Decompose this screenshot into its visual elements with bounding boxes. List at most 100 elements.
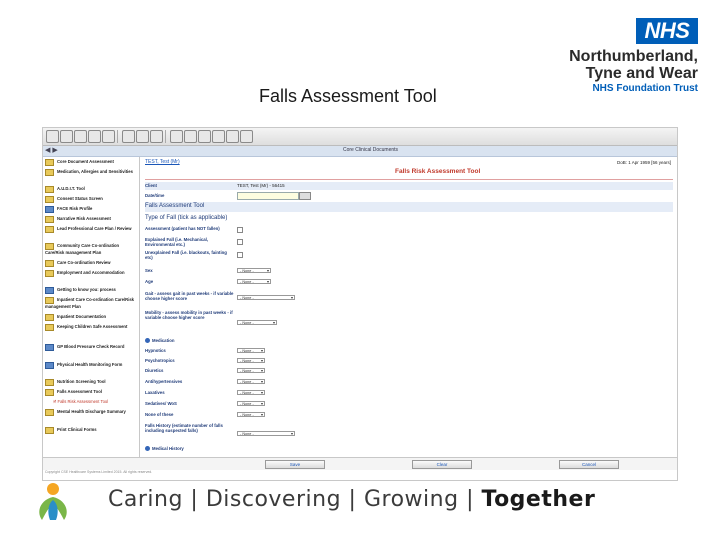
tagline-word: Caring bbox=[108, 487, 183, 512]
select-row: Age - None - bbox=[145, 279, 673, 287]
sidebar-item[interactable]: Print Clinical Forms bbox=[45, 427, 139, 434]
info-icon bbox=[145, 446, 150, 452]
checkbox-row: Explained Fall (i.e. Mechanical, Environ… bbox=[145, 237, 673, 248]
dropdown-select[interactable]: - None - bbox=[237, 379, 265, 384]
tagline-word: Growing bbox=[363, 487, 459, 512]
phone-icon[interactable] bbox=[184, 130, 197, 143]
sidebar-item[interactable]: Care Co-ordination Review bbox=[45, 260, 139, 267]
section-heading: Falls Assessment Tool bbox=[145, 203, 205, 209]
select-row: Sex - None - bbox=[145, 268, 673, 276]
dropdown-select[interactable]: - None - bbox=[237, 320, 277, 325]
dropdown-select[interactable]: - None - bbox=[237, 348, 265, 353]
trust-name-line3: NHS Foundation Trust bbox=[592, 83, 698, 94]
sidebar-item[interactable]: Narrative Risk Assessment bbox=[45, 216, 139, 223]
select-row: Hypnotics - None - bbox=[145, 348, 673, 356]
arrow-right-icon[interactable] bbox=[122, 130, 135, 143]
select-row: Diuretics - None - bbox=[145, 368, 673, 376]
book-icon[interactable] bbox=[60, 130, 73, 143]
sidebar-item[interactable]: Core Document Assessment bbox=[45, 159, 139, 166]
sidebar-item[interactable]: Inpatient Care Co-ordination Care/Risk m… bbox=[45, 297, 139, 309]
gear-icon[interactable] bbox=[198, 130, 211, 143]
chart-icon[interactable] bbox=[170, 130, 183, 143]
sidebar-item[interactable]: Inpatient Documentation bbox=[45, 314, 139, 321]
folder-icon bbox=[45, 389, 54, 396]
sidebar-item[interactable]: Consent Status Screen bbox=[45, 196, 139, 203]
clear-button[interactable]: Clear bbox=[412, 460, 472, 469]
grid-icon[interactable] bbox=[240, 130, 253, 143]
patient-link[interactable]: TEST, Test (Mr) bbox=[145, 159, 180, 165]
field-label: Mobility - assess mobility in past weeks… bbox=[145, 310, 233, 321]
sidebar-item[interactable]: Keeping Children Safe Assessment bbox=[45, 324, 139, 331]
sidebar-item[interactable]: Lead Professional Care Plan / Review bbox=[45, 226, 139, 233]
datetime-row: Date/time bbox=[145, 192, 673, 200]
sidebar-item[interactable]: Community Care Co-ordination Care/Risk m… bbox=[45, 243, 139, 255]
sidebar-item[interactable]: Falls Assessment Tool bbox=[45, 389, 139, 396]
folder-icon bbox=[45, 159, 54, 166]
pen-icon[interactable] bbox=[226, 130, 239, 143]
calendar-icon[interactable] bbox=[150, 130, 163, 143]
dropdown-select[interactable]: - None - bbox=[237, 412, 265, 417]
sidebar-item[interactable]: GP Blood Pressure Check Record bbox=[45, 344, 139, 351]
copyright-text: Copyright CSE Healthcare Systems Limited… bbox=[45, 470, 153, 474]
car-icon[interactable] bbox=[136, 130, 149, 143]
save-button[interactable]: Save bbox=[265, 460, 325, 469]
dropdown-select[interactable]: - None - bbox=[237, 401, 265, 406]
divider bbox=[145, 179, 673, 180]
dropdown-select[interactable]: - None - bbox=[237, 279, 271, 284]
folder-icon bbox=[45, 226, 54, 233]
tagline-word: Discovering bbox=[205, 487, 342, 512]
dropdown-select[interactable]: - None - bbox=[237, 431, 295, 436]
section-row: Type of Fall (tick as applicable) bbox=[145, 214, 673, 224]
sidebar-item[interactable]: Nutrition Screening Tool bbox=[45, 379, 139, 386]
folder-icon bbox=[45, 344, 54, 351]
folder-icon bbox=[45, 169, 54, 176]
field-label: Laxatives bbox=[145, 390, 165, 395]
checkbox-row: Assessment (patient has NOT fallen) bbox=[145, 226, 673, 236]
document-icon[interactable] bbox=[74, 130, 87, 143]
image-icon[interactable] bbox=[102, 130, 115, 143]
datetime-label: Date/time bbox=[145, 193, 165, 198]
folder-icon bbox=[45, 409, 54, 416]
tagline-separator: | bbox=[190, 487, 199, 512]
sidebar-item-active[interactable]: 🗎 Falls Risk Assessment Tool bbox=[53, 399, 147, 404]
sidebar-item[interactable]: A.U.D.I.T. Tool bbox=[45, 186, 139, 193]
client-value: TEST, Test (Mr) - 56415 bbox=[237, 183, 285, 188]
patient-dob: DoB: 1 Apr 1959 [56 years] bbox=[616, 160, 671, 165]
field-label: Assessment (patient has NOT fallen) bbox=[145, 226, 220, 231]
client-row: Client TEST, Test (Mr) - 56415 bbox=[145, 182, 673, 190]
toolbar bbox=[43, 128, 677, 146]
sidebar-item[interactable]: Physical Health Monitoring Form bbox=[45, 362, 139, 369]
nav-arrows-icon[interactable]: ◀ ▶ bbox=[45, 146, 58, 154]
folder-icon[interactable] bbox=[46, 130, 59, 143]
field-label: Sex bbox=[145, 268, 153, 273]
sidebar-item[interactable]: Employment and Accommodation bbox=[45, 270, 139, 277]
select-row: Laxatives - None - bbox=[145, 390, 673, 398]
form-title: Falls Risk Assessment Tool bbox=[395, 168, 481, 175]
checkbox[interactable] bbox=[237, 252, 243, 258]
sidebar-item[interactable]: Mental Health Discharge Summary bbox=[45, 409, 139, 416]
sidebar-item[interactable]: Medication, Allergies and Sensitivities bbox=[45, 169, 139, 176]
calendar-picker-button[interactable] bbox=[299, 192, 311, 200]
section-heading: Type of Fall (tick as applicable) bbox=[145, 215, 228, 221]
dropdown-select[interactable]: - None - bbox=[237, 390, 265, 395]
person-icon[interactable] bbox=[212, 130, 225, 143]
cancel-button[interactable]: Cancel bbox=[559, 460, 619, 469]
checkbox[interactable] bbox=[237, 239, 243, 245]
client-label: Client bbox=[145, 183, 157, 188]
nhs-logo: NHS bbox=[636, 18, 698, 44]
sidebar-item[interactable]: Getting to know you: process bbox=[45, 287, 139, 294]
dropdown-select[interactable]: - None - bbox=[237, 268, 271, 273]
info-icon bbox=[145, 338, 150, 344]
toolbar-separator bbox=[165, 130, 166, 143]
trust-emblem-icon bbox=[39, 483, 67, 520]
dropdown-select[interactable]: - None - bbox=[237, 368, 265, 373]
dropdown-select[interactable]: - None - bbox=[237, 295, 295, 300]
checkbox[interactable] bbox=[237, 227, 243, 233]
select-row: Psychotropics - None - bbox=[145, 358, 673, 366]
medication-label: Medication bbox=[145, 338, 235, 344]
print-icon[interactable] bbox=[88, 130, 101, 143]
tagline-separator: | bbox=[348, 487, 357, 512]
dropdown-select[interactable]: - None - bbox=[237, 358, 265, 363]
sidebar-item[interactable]: FACE Risk Profile bbox=[45, 206, 139, 213]
datetime-input[interactable] bbox=[237, 192, 299, 200]
